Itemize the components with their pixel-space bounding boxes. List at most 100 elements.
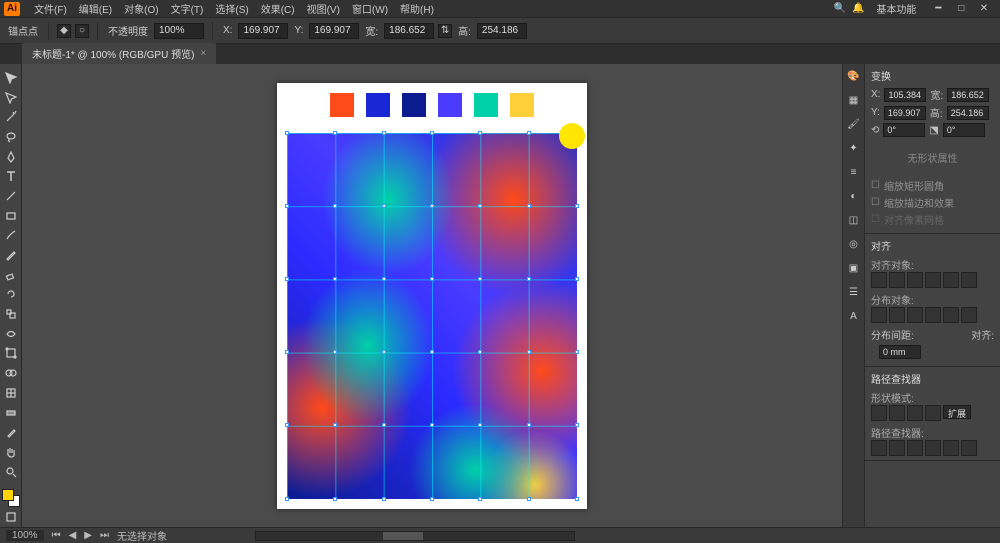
mesh-anchor[interactable] <box>430 497 434 501</box>
dist-top[interactable] <box>871 307 887 323</box>
horizontal-scrollbar[interactable] <box>255 531 575 541</box>
swatches-panel-icon[interactable]: ▦ <box>846 92 862 108</box>
spacing-field[interactable]: 0 mm <box>879 345 921 359</box>
mesh-anchor[interactable] <box>382 350 386 354</box>
mesh-anchor[interactable] <box>478 277 482 281</box>
pf-trim[interactable] <box>889 440 905 456</box>
search-icon[interactable]: 🔍 <box>834 3 846 14</box>
hand-tool[interactable] <box>1 442 21 462</box>
opacity-field[interactable]: 100% <box>154 23 204 39</box>
transform-x[interactable]: 105.384 <box>884 88 926 102</box>
color-panel-icon[interactable]: 🎨 <box>846 68 862 84</box>
align-pixel-option[interactable]: ☐对齐像素网格 <box>871 212 994 227</box>
menu-help[interactable]: 帮助(H) <box>394 1 440 16</box>
artboard[interactable] <box>277 83 587 509</box>
mesh-anchor[interactable] <box>333 497 337 501</box>
swatch-6[interactable] <box>510 93 534 117</box>
gradient-tool[interactable] <box>1 403 21 423</box>
nav-first-icon[interactable]: ⏮ <box>52 530 61 541</box>
transform-w[interactable]: 186.652 <box>947 88 989 102</box>
appearance-panel-icon[interactable]: ◎ <box>846 236 862 252</box>
mesh-anchor[interactable] <box>333 277 337 281</box>
mesh-anchor[interactable] <box>382 423 386 427</box>
align-hcenter[interactable] <box>889 272 905 288</box>
menu-effect[interactable]: 效果(C) <box>255 1 301 16</box>
width-tool[interactable] <box>1 324 21 344</box>
mesh-anchor[interactable] <box>430 423 434 427</box>
transform-shear[interactable]: 0° <box>943 123 985 137</box>
scale-strokes-option[interactable]: ☐缩放描边和效果 <box>871 195 994 210</box>
mesh-anchor[interactable] <box>430 204 434 208</box>
mesh-anchor[interactable] <box>527 350 531 354</box>
minimize-button[interactable]: ━ <box>928 3 948 14</box>
mesh-anchor[interactable] <box>575 350 579 354</box>
mesh-tool[interactable] <box>1 383 21 403</box>
pf-merge[interactable] <box>907 440 923 456</box>
pf-divide[interactable] <box>871 440 887 456</box>
mesh-anchor[interactable] <box>430 277 434 281</box>
rectangle-tool[interactable] <box>1 206 21 226</box>
swatch-4[interactable] <box>438 93 462 117</box>
link-wh-icon[interactable]: ⇅ <box>438 24 452 38</box>
mesh-anchor[interactable] <box>478 204 482 208</box>
pf-minus-front[interactable] <box>889 405 905 421</box>
pf-unite[interactable] <box>871 405 887 421</box>
menu-object[interactable]: 对象(O) <box>118 1 164 16</box>
scroll-thumb[interactable] <box>383 532 423 540</box>
mesh-anchor[interactable] <box>333 204 337 208</box>
stroke-panel-icon[interactable]: ≡ <box>846 164 862 180</box>
pf-minus-back[interactable] <box>961 440 977 456</box>
mesh-anchor[interactable] <box>527 423 531 427</box>
mesh-anchor[interactable] <box>285 497 289 501</box>
layers-panel-icon[interactable]: ☰ <box>846 284 862 300</box>
mesh-anchor[interactable] <box>527 497 531 501</box>
w-field[interactable]: 186.652 <box>384 23 434 39</box>
transparency-panel-icon[interactable]: ◫ <box>846 212 862 228</box>
mesh-anchor[interactable] <box>382 497 386 501</box>
swatch-5[interactable] <box>474 93 498 117</box>
close-button[interactable]: ✕ <box>974 3 994 14</box>
mesh-anchor[interactable] <box>478 131 482 135</box>
mesh-anchor[interactable] <box>333 423 337 427</box>
mesh-anchor[interactable] <box>430 131 434 135</box>
nav-prev-icon[interactable]: ◀ <box>69 530 77 541</box>
align-right[interactable] <box>907 272 923 288</box>
align-bottom[interactable] <box>961 272 977 288</box>
mesh-anchor[interactable] <box>285 277 289 281</box>
nav-last-icon[interactable]: ⏭ <box>100 530 109 541</box>
pen-tool[interactable] <box>1 147 21 167</box>
symbols-panel-icon[interactable]: ✦ <box>846 140 862 156</box>
mesh-anchor[interactable] <box>527 131 531 135</box>
eyedropper-tool[interactable] <box>1 422 21 442</box>
magic-wand-tool[interactable] <box>1 107 21 127</box>
align-vcenter[interactable] <box>943 272 959 288</box>
dist-right[interactable] <box>961 307 977 323</box>
menu-edit[interactable]: 编辑(E) <box>73 1 118 16</box>
scale-corners-option[interactable]: ☐缩放矩形圆角 <box>871 178 994 193</box>
mesh-anchor[interactable] <box>382 277 386 281</box>
align-left[interactable] <box>871 272 887 288</box>
mesh-anchor[interactable] <box>575 423 579 427</box>
dist-vcenter[interactable] <box>889 307 905 323</box>
document-tab[interactable]: 未标题-1* @ 100% (RGB/GPU 预览) × <box>22 43 216 64</box>
workspace-switcher[interactable]: 基本功能 <box>870 1 922 16</box>
mesh-anchor[interactable] <box>575 277 579 281</box>
zoom-field[interactable]: 100% <box>6 530 44 541</box>
dist-hcenter[interactable] <box>943 307 959 323</box>
line-tool[interactable] <box>1 186 21 206</box>
align-top[interactable] <box>925 272 941 288</box>
mesh-anchor[interactable] <box>285 350 289 354</box>
transform-y[interactable]: 169.907 <box>884 106 926 120</box>
transform-h[interactable]: 254.186 <box>947 106 989 120</box>
mesh-anchor[interactable] <box>478 497 482 501</box>
menu-window[interactable]: 窗口(W) <box>346 1 394 16</box>
type-tool[interactable] <box>1 166 21 186</box>
shape-builder-tool[interactable] <box>1 363 21 383</box>
mesh-anchor[interactable] <box>285 131 289 135</box>
mesh-anchor[interactable] <box>478 350 482 354</box>
gradient-panel-icon[interactable]: ◐ <box>846 188 862 204</box>
pf-outline[interactable] <box>943 440 959 456</box>
lasso-tool[interactable] <box>1 127 21 147</box>
rotate-tool[interactable] <box>1 285 21 305</box>
notification-icon[interactable]: 🔔 <box>852 3 864 14</box>
